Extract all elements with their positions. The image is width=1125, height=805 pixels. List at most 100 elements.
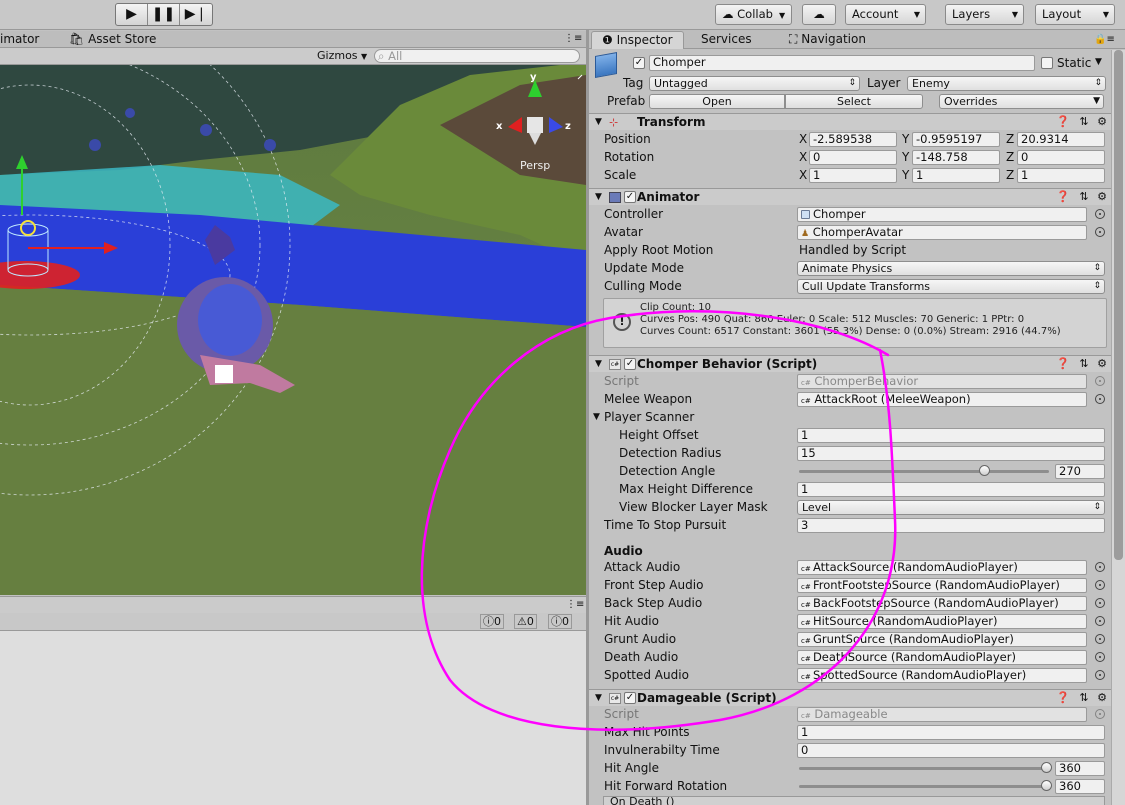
scale-z-field[interactable]: 1 bbox=[1017, 168, 1105, 183]
avatar-field[interactable]: ♟ ChomperAvatar bbox=[797, 225, 1087, 240]
axis-x-label[interactable]: X bbox=[799, 149, 807, 165]
preset-icon[interactable]: ⇅ bbox=[1078, 358, 1090, 370]
play-icon[interactable]: ▶ bbox=[116, 4, 148, 25]
detection-radius-field[interactable]: 15 bbox=[797, 446, 1105, 461]
transform-header[interactable]: ▼ ⊹ Transform ❓ ⇅ ⚙ bbox=[589, 113, 1113, 130]
active-checkbox[interactable]: ✓ bbox=[633, 57, 645, 69]
hit-angle-knob[interactable] bbox=[1041, 762, 1052, 773]
axis-y-label[interactable]: Y bbox=[902, 167, 909, 183]
message-count-toggle[interactable]: ⓘ0 bbox=[548, 614, 572, 629]
axis-x-label[interactable]: X bbox=[799, 131, 807, 147]
gear-icon[interactable]: ⚙ bbox=[1096, 358, 1108, 370]
tab-navigation[interactable]: ⛶ Navigation bbox=[779, 31, 876, 49]
gizmos-dropdown[interactable]: Gizmos ▼ bbox=[317, 48, 367, 65]
controller-field[interactable]: Chomper bbox=[797, 207, 1087, 222]
axis-z-label[interactable]: Z bbox=[1006, 167, 1014, 183]
pause-icon[interactable]: ❚❚ bbox=[148, 4, 180, 25]
preset-icon[interactable]: ⇅ bbox=[1078, 191, 1090, 203]
object-picker-icon[interactable] bbox=[1095, 227, 1105, 237]
melee-weapon-field[interactable]: c# AttackRoot (MeleeWeapon) bbox=[797, 392, 1087, 407]
scale-y-field[interactable]: 1 bbox=[912, 168, 1000, 183]
tab-asset-store[interactable]: 🛍 Asset Store bbox=[69, 31, 156, 47]
animator-header[interactable]: ▼ ✓ Animator ❓ ⇅ ⚙ bbox=[589, 188, 1113, 205]
help-icon[interactable]: ❓ bbox=[1056, 191, 1070, 203]
rotation-z-field[interactable]: 0 bbox=[1017, 150, 1105, 165]
object-picker-icon[interactable] bbox=[1095, 598, 1105, 608]
object-picker-icon[interactable] bbox=[1095, 670, 1105, 680]
axis-z-label[interactable]: Z bbox=[1006, 149, 1014, 165]
update-mode-dropdown[interactable]: Animate Physics ⇕ bbox=[797, 261, 1105, 276]
tab-animator[interactable]: imator bbox=[0, 31, 39, 47]
hit-forward-field[interactable]: 360 bbox=[1055, 779, 1105, 794]
account-dropdown[interactable]: Account ▼ bbox=[845, 4, 926, 25]
layer-dropdown[interactable]: Enemy ⇕ bbox=[907, 76, 1106, 91]
axis-x-label[interactable]: X bbox=[799, 167, 807, 183]
overrides-dropdown[interactable]: Overrides ▼ bbox=[939, 94, 1104, 109]
rotation-x-field[interactable]: 0 bbox=[809, 150, 897, 165]
scene-search-input[interactable]: ⌕ All bbox=[374, 49, 580, 63]
axis-y-label[interactable]: Y bbox=[902, 131, 909, 147]
prefab-open-button[interactable]: Open bbox=[649, 94, 785, 109]
error-count-toggle[interactable]: ⓘ0 bbox=[480, 614, 504, 629]
detection-angle-field[interactable]: 270 bbox=[1055, 464, 1105, 479]
object-picker-icon[interactable] bbox=[1095, 652, 1105, 662]
inspector-scrollbar[interactable] bbox=[1111, 50, 1125, 805]
hit-angle-slider[interactable] bbox=[799, 767, 1049, 770]
warning-count-toggle[interactable]: ⚠0 bbox=[514, 614, 537, 629]
detection-angle-slider[interactable] bbox=[799, 470, 1049, 473]
view-blocker-dropdown[interactable]: Level ⇕ bbox=[797, 500, 1105, 515]
chomper-behavior-header[interactable]: ▼ c# ✓ Chomper Behavior (Script) ❓ ⇅ ⚙ bbox=[589, 355, 1113, 372]
scene-view[interactable]: y x z Persp bbox=[0, 65, 586, 595]
tag-dropdown[interactable]: Untagged ⇕ bbox=[649, 76, 860, 91]
height-offset-field[interactable]: 1 bbox=[797, 428, 1105, 443]
gear-icon[interactable]: ⚙ bbox=[1096, 692, 1108, 704]
object-picker-icon[interactable] bbox=[1095, 562, 1105, 572]
panel-menu-icon[interactable]: ⋮≡ bbox=[566, 597, 584, 613]
object-picker-icon[interactable] bbox=[1095, 209, 1105, 219]
object-picker-icon[interactable] bbox=[1095, 634, 1105, 644]
audio-source-field[interactable]: c# FrontFootstepSource (RandomAudioPlaye… bbox=[797, 578, 1087, 593]
position-z-field[interactable]: 20.9314 bbox=[1017, 132, 1105, 147]
detection-angle-knob[interactable] bbox=[979, 465, 990, 476]
object-name-field[interactable]: Chomper bbox=[649, 55, 1035, 71]
help-icon[interactable]: ❓ bbox=[1056, 692, 1070, 704]
gear-icon[interactable]: ⚙ bbox=[1096, 116, 1108, 128]
layers-dropdown[interactable]: Layers ▼ bbox=[945, 4, 1024, 25]
help-icon[interactable]: ❓ bbox=[1056, 116, 1070, 128]
hit-forward-knob[interactable] bbox=[1041, 780, 1052, 791]
audio-source-field[interactable]: c# GruntSource (RandomAudioPlayer) bbox=[797, 632, 1087, 647]
chevron-down-icon[interactable]: ▼ bbox=[1095, 54, 1102, 70]
console-log-area[interactable] bbox=[0, 631, 586, 805]
animator-enabled-checkbox[interactable]: ✓ bbox=[624, 191, 636, 203]
gear-icon[interactable]: ⚙ bbox=[1096, 191, 1108, 203]
max-hit-points-field[interactable]: 1 bbox=[797, 725, 1105, 740]
chomper-enabled-checkbox[interactable]: ✓ bbox=[624, 358, 636, 370]
scrollbar-thumb[interactable] bbox=[1114, 50, 1123, 560]
culling-mode-dropdown[interactable]: Cull Update Transforms ⇕ bbox=[797, 279, 1105, 294]
axis-y-label[interactable]: Y bbox=[902, 149, 909, 165]
cloud-button[interactable]: ☁ bbox=[802, 4, 836, 25]
position-x-field[interactable]: -2.589538 bbox=[809, 132, 897, 147]
damageable-header[interactable]: ▼ c# ✓ Damageable (Script) ❓ ⇅ ⚙ bbox=[589, 689, 1113, 706]
lock-icon[interactable]: 🔒≡ bbox=[1094, 32, 1115, 48]
preset-icon[interactable]: ⇅ bbox=[1078, 116, 1090, 128]
audio-source-field[interactable]: c# BackFootstepSource (RandomAudioPlayer… bbox=[797, 596, 1087, 611]
fold-arrow-icon[interactable]: ▼ bbox=[595, 189, 602, 206]
invulnerability-field[interactable]: 0 bbox=[797, 743, 1105, 758]
rotation-y-field[interactable]: -148.758 bbox=[912, 150, 1000, 165]
damageable-enabled-checkbox[interactable]: ✓ bbox=[624, 692, 636, 704]
prefab-select-button[interactable]: Select bbox=[785, 94, 923, 109]
object-picker-icon[interactable] bbox=[1095, 580, 1105, 590]
audio-source-field[interactable]: c# HitSource (RandomAudioPlayer) bbox=[797, 614, 1087, 629]
preset-icon[interactable]: ⇅ bbox=[1078, 692, 1090, 704]
panel-menu-icon[interactable]: ⋮≡ bbox=[564, 31, 582, 47]
persp-label[interactable]: Persp bbox=[520, 158, 550, 174]
position-y-field[interactable]: -0.9595197 bbox=[912, 132, 1000, 147]
fold-arrow-icon[interactable]: ▼ bbox=[593, 409, 600, 425]
static-checkbox[interactable] bbox=[1041, 57, 1053, 69]
hit-angle-field[interactable]: 360 bbox=[1055, 761, 1105, 776]
audio-source-field[interactable]: c# DeathSource (RandomAudioPlayer) bbox=[797, 650, 1087, 665]
tab-services[interactable]: Services bbox=[691, 31, 762, 49]
fold-arrow-icon[interactable]: ▼ bbox=[595, 114, 602, 131]
fold-arrow-icon[interactable]: ▼ bbox=[595, 690, 602, 707]
